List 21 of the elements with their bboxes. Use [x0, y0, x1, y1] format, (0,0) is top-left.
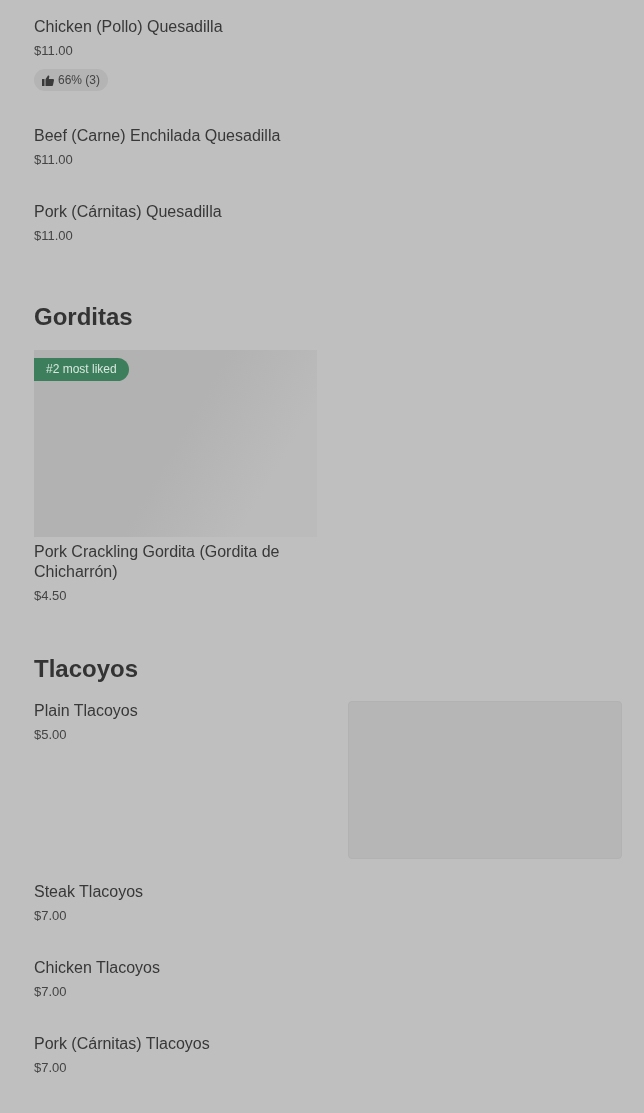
item-name[interactable]: Steak Tlacoyos [34, 881, 622, 902]
item-name[interactable]: Pork Crackling Gordita (Gordita de Chicharrón) [34, 541, 317, 582]
item-name[interactable]: Pork (Cárnitas) Quesadilla [34, 201, 622, 222]
item-name[interactable]: Pork (Cárnitas) Tlacoyos [34, 1033, 622, 1054]
thumbs-up-icon [42, 74, 54, 86]
item-name[interactable]: Beef (Carne) Enchilada Quesadilla [34, 125, 622, 146]
item-price: $7.00 [34, 1058, 68, 1077]
item-price: $11.00 [34, 150, 74, 169]
item-name[interactable]: Plain Tlacoyos [34, 700, 138, 721]
most-liked-badge: #2 most liked [34, 357, 129, 381]
rating-text: 66% (3) [58, 72, 101, 89]
section-heading: Gorditas [34, 301, 134, 332]
item-price: $7.00 [34, 982, 68, 1001]
item-price: $5.00 [34, 725, 68, 744]
item-name[interactable]: Chicken (Pollo) Quesadilla [34, 17, 622, 37]
item-price: $7.00 [34, 906, 68, 925]
item-name[interactable]: Chicken Tlacoyos [34, 957, 622, 978]
item-price: $4.50 [34, 586, 68, 605]
item-price: $11.00 [34, 226, 74, 245]
item-price: $11.00 [34, 42, 74, 60]
section-heading: Tlacoyos [34, 653, 140, 684]
